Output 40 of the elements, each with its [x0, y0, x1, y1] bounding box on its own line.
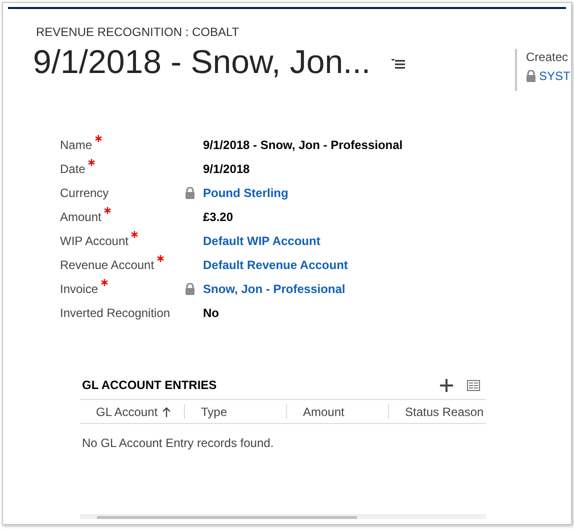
- lock-icon: [185, 187, 195, 199]
- required-icon: [157, 255, 164, 262]
- column-header[interactable]: Status Reason: [405, 402, 484, 420]
- field-link[interactable]: Snow, Jon - Professional: [203, 280, 346, 298]
- column-header[interactable]: Type: [201, 402, 228, 420]
- field-label: WIP Account: [60, 233, 128, 250]
- created-label: Createc: [526, 49, 570, 65]
- required-icon: [95, 135, 102, 142]
- field-link[interactable]: Default Revenue Account: [203, 256, 348, 274]
- field-label: Inverted Recognition: [60, 305, 170, 322]
- field-label: Invoice: [60, 281, 98, 298]
- required-icon: [88, 159, 96, 166]
- field-label: Amount: [60, 209, 102, 226]
- lock-icon: [185, 283, 195, 295]
- column-header[interactable]: GL Account: [96, 402, 158, 420]
- field-value: 9/1/2018: [203, 161, 250, 178]
- required-icon: [101, 279, 108, 286]
- sort-arrow-icon: [162, 406, 171, 416]
- field-link[interactable]: Default WIP Account: [203, 232, 320, 250]
- entity-label: REVENUE RECOGNITION : COBALT: [36, 25, 240, 40]
- field-value: 9/1/2018 - Snow, Jon - Professional: [203, 137, 403, 154]
- lock-icon: [526, 70, 536, 82]
- add-icon[interactable]: [440, 378, 453, 392]
- empty-message: No GL Account Entry records found.: [81, 435, 275, 452]
- section-title: GL ACCOUNT ENTRIES: [81, 377, 217, 394]
- required-icon: [104, 207, 112, 214]
- field-label: Date: [60, 161, 86, 178]
- grid-view-icon[interactable]: [467, 380, 480, 390]
- field-value: No: [203, 305, 219, 322]
- required-icon: [131, 231, 138, 238]
- field-label: Revenue Account: [60, 257, 154, 274]
- field-label: Name: [60, 137, 92, 154]
- created-by-link[interactable]: SYST: [539, 67, 570, 85]
- field-value: £3.20: [203, 209, 234, 226]
- column-header[interactable]: Amount: [303, 402, 344, 420]
- menu-icon[interactable]: [390, 59, 405, 69]
- field-label: Currency: [60, 185, 109, 202]
- horizontal-scrollbar[interactable]: [80, 514, 486, 519]
- record-title: 9/1/2018 - Snow, Jon...: [33, 42, 371, 82]
- field-link[interactable]: Pound Sterling: [203, 184, 288, 202]
